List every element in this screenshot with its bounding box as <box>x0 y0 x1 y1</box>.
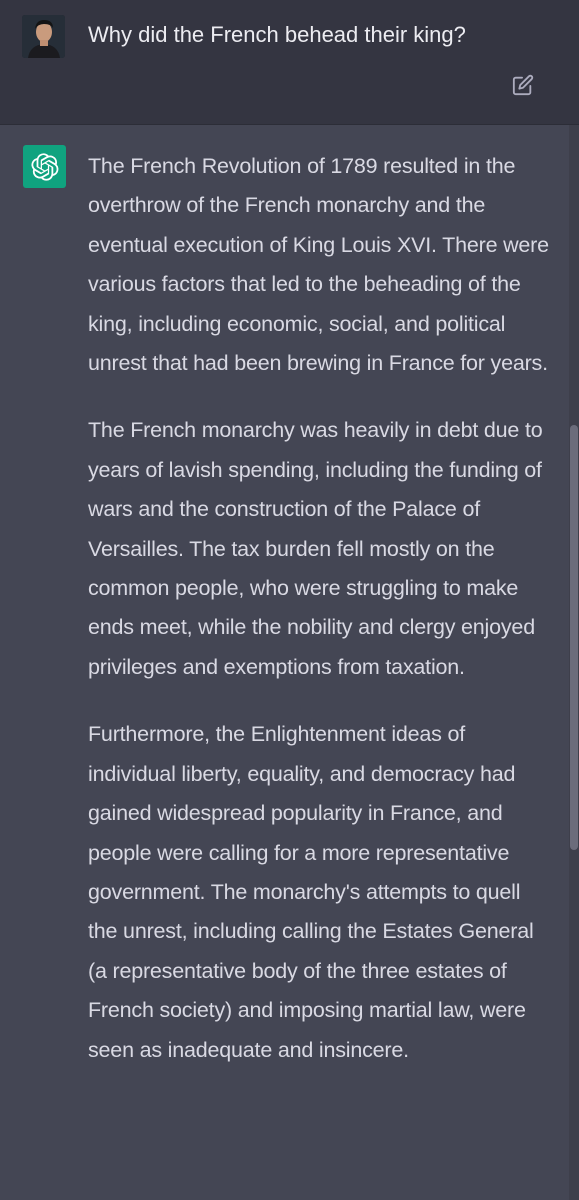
user-photo-icon <box>22 15 65 58</box>
edit-message-button[interactable] <box>510 72 536 98</box>
answer-paragraph: The French monarchy was heavily in debt … <box>88 418 543 679</box>
user-message-row: Why did the French behead their king? <box>0 0 579 125</box>
user-message-text: Why did the French behead their king? <box>88 22 466 47</box>
openai-logo-icon <box>30 152 58 181</box>
user-avatar <box>22 15 65 58</box>
answer-paragraph: Furthermore, the Enlightenment ideas of … <box>88 722 534 1062</box>
scrollbar-track[interactable] <box>569 125 579 1200</box>
answer-paragraph: The French Revolution of 1789 resulted i… <box>88 154 549 376</box>
assistant-message-row: The French Revolution of 1789 resulted i… <box>0 125 579 1200</box>
scrollbar-thumb[interactable] <box>570 425 578 850</box>
assistant-message-text: The French Revolution of 1789 resulted i… <box>88 147 554 1098</box>
assistant-avatar <box>23 145 66 188</box>
chat-window: Why did the French behead their king? Th… <box>0 0 579 1200</box>
edit-icon <box>512 74 534 96</box>
